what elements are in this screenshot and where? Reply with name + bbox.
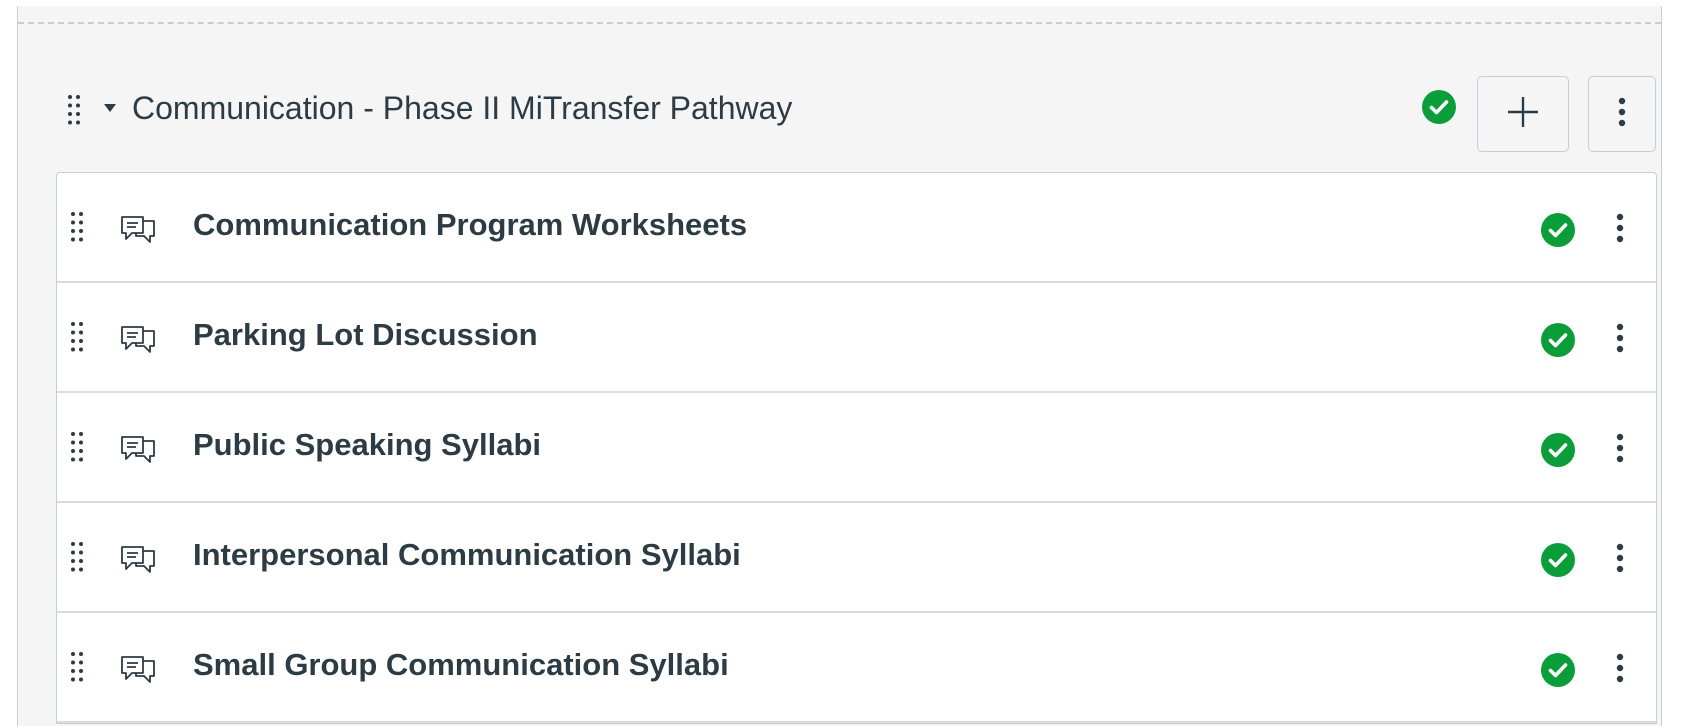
add-item-button[interactable] bbox=[1477, 76, 1569, 152]
module-item[interactable]: Parking Lot Discussion bbox=[57, 283, 1656, 393]
drag-handle-icon[interactable] bbox=[71, 541, 83, 573]
item-title-link[interactable]: Parking Lot Discussion bbox=[193, 315, 538, 355]
item-title-link[interactable]: Small Group Communication Syllabi bbox=[193, 645, 729, 685]
module-menu-button[interactable] bbox=[1588, 76, 1656, 152]
drag-handle-icon[interactable] bbox=[71, 651, 83, 683]
check-circle-icon[interactable] bbox=[1541, 653, 1575, 687]
module-item[interactable]: Interpersonal Communication Syllabi bbox=[57, 503, 1656, 613]
module-container: Communication - Phase II MiTransfer Path… bbox=[17, 6, 1662, 726]
discussion-icon bbox=[119, 321, 157, 355]
kebab-menu-icon bbox=[1618, 97, 1626, 132]
kebab-menu-icon[interactable] bbox=[1605, 533, 1635, 583]
module-item[interactable]: Communication Program Worksheets bbox=[57, 173, 1656, 283]
check-circle-icon[interactable] bbox=[1541, 323, 1575, 357]
kebab-menu-icon[interactable] bbox=[1605, 643, 1635, 693]
plus-icon bbox=[1506, 95, 1540, 134]
discussion-icon bbox=[119, 651, 157, 685]
check-circle-icon[interactable] bbox=[1541, 213, 1575, 247]
item-title-link[interactable]: Interpersonal Communication Syllabi bbox=[193, 535, 741, 575]
discussion-icon bbox=[119, 431, 157, 465]
drag-handle-icon[interactable] bbox=[71, 211, 83, 243]
item-title-link[interactable]: Public Speaking Syllabi bbox=[193, 425, 541, 465]
drag-handle-icon[interactable] bbox=[71, 431, 83, 463]
drag-handle-icon[interactable] bbox=[71, 321, 83, 353]
module-item[interactable]: Public Speaking Syllabi bbox=[57, 393, 1656, 503]
check-circle-icon[interactable] bbox=[1422, 90, 1456, 124]
kebab-menu-icon[interactable] bbox=[1605, 203, 1635, 253]
module-header: Communication - Phase II MiTransfer Path… bbox=[18, 66, 1661, 152]
drag-handle-icon[interactable] bbox=[68, 94, 80, 126]
module-title: Communication - Phase II MiTransfer Path… bbox=[132, 90, 793, 126]
module-items-list: Communication Program Worksheets Parking… bbox=[56, 172, 1657, 724]
caret-down-icon[interactable] bbox=[100, 98, 120, 118]
discussion-icon bbox=[119, 211, 157, 245]
module-item[interactable]: Small Group Communication Syllabi bbox=[57, 613, 1656, 723]
discussion-icon bbox=[119, 541, 157, 575]
check-circle-icon[interactable] bbox=[1541, 543, 1575, 577]
module-divider bbox=[18, 22, 1661, 24]
check-circle-icon[interactable] bbox=[1541, 433, 1575, 467]
kebab-menu-icon[interactable] bbox=[1605, 313, 1635, 363]
kebab-menu-icon[interactable] bbox=[1605, 423, 1635, 473]
item-title-link[interactable]: Communication Program Worksheets bbox=[193, 205, 747, 245]
